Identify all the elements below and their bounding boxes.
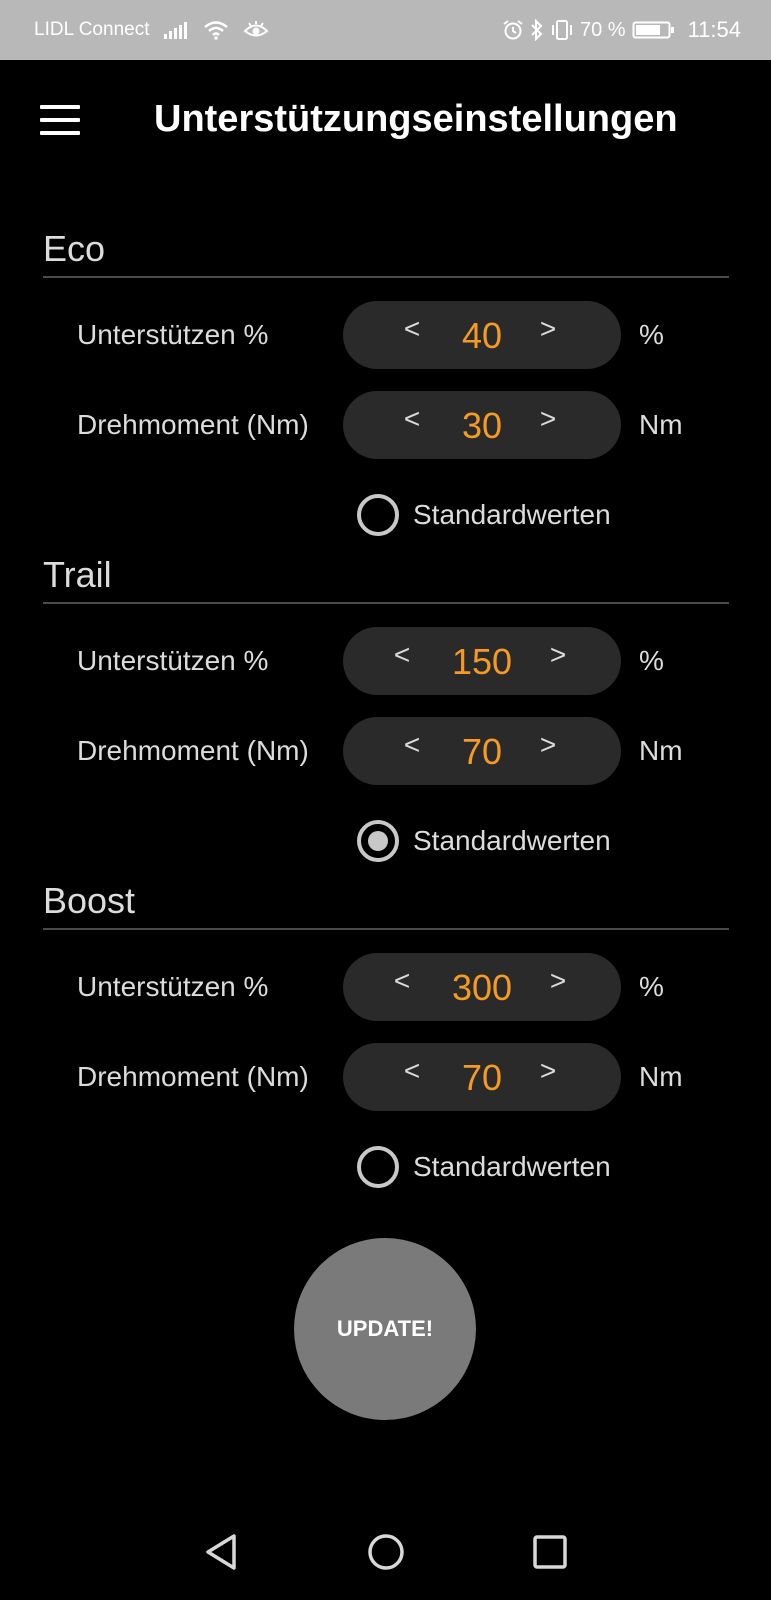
menu-icon-line	[40, 131, 80, 135]
torque-row: Drehmoment (Nm) < 70 > Nm	[0, 1043, 771, 1111]
assist-stepper: < 40 >	[343, 301, 621, 369]
section-title: Boost	[43, 880, 136, 921]
torque-value: 70	[461, 731, 503, 772]
recent-apps-icon[interactable]	[530, 1532, 570, 1577]
torque-stepper: < 70 >	[343, 1043, 621, 1111]
assist-stepper: < 150 >	[343, 627, 621, 695]
increment-button[interactable]: >	[543, 965, 573, 997]
section-title: Eco	[43, 228, 106, 269]
torque-unit: Nm	[639, 1061, 683, 1092]
status-bar: LIDL Connect 70 % 11:54	[0, 0, 771, 60]
torque-stepper: < 30 >	[343, 391, 621, 459]
torque-label: Drehmoment (Nm)	[77, 409, 309, 440]
menu-icon-line	[40, 118, 80, 122]
section-title: Trail	[43, 554, 112, 595]
assist-unit: %	[639, 319, 664, 350]
wifi-icon	[203, 20, 229, 40]
assist-value: 150	[451, 641, 513, 682]
defaults-label: Standardwerten	[413, 1151, 611, 1182]
defaults-radio[interactable]: Standardwerten	[357, 819, 611, 863]
defaults-radio[interactable]: Standardwerten	[357, 493, 611, 537]
bluetooth-icon	[530, 19, 544, 41]
radio-button[interactable]	[357, 820, 399, 862]
eye-comfort-icon	[243, 20, 269, 40]
torque-row: Drehmoment (Nm) < 70 > Nm	[0, 717, 771, 785]
increment-button[interactable]: >	[543, 639, 573, 671]
defaults-radio[interactable]: Standardwerten	[357, 1145, 611, 1189]
carrier-name: LIDL Connect	[34, 19, 150, 40]
torque-unit: Nm	[639, 409, 683, 440]
alarm-icon	[502, 19, 524, 41]
torque-label: Drehmoment (Nm)	[77, 735, 309, 766]
vibrate-icon	[550, 19, 574, 41]
navigation-bar	[0, 1510, 771, 1600]
assist-label: Unterstützen %	[77, 645, 269, 676]
torque-row: Drehmoment (Nm) < 30 > Nm	[0, 391, 771, 459]
increment-button[interactable]: >	[533, 729, 563, 761]
divider	[43, 276, 729, 278]
assist-unit: %	[639, 971, 664, 1002]
menu-button[interactable]	[40, 105, 80, 135]
assist-row: Unterstützen % < 300 > %	[0, 953, 771, 1021]
assist-row: Unterstützen % < 40 > %	[0, 301, 771, 369]
assist-value: 40	[461, 315, 503, 356]
signal-icon	[163, 20, 189, 40]
defaults-label: Standardwerten	[413, 499, 611, 530]
increment-button[interactable]: >	[533, 403, 563, 435]
torque-stepper: < 70 >	[343, 717, 621, 785]
battery-icon	[632, 19, 676, 41]
divider	[43, 602, 729, 604]
increment-button[interactable]: >	[533, 313, 563, 345]
torque-value: 70	[461, 1057, 503, 1098]
radio-button[interactable]	[357, 1146, 399, 1188]
torque-label: Drehmoment (Nm)	[77, 1061, 309, 1092]
torque-unit: Nm	[639, 735, 683, 766]
assist-stepper: < 300 >	[343, 953, 621, 1021]
page-title: Unterstützungseinstellungen	[154, 98, 678, 140]
assist-row: Unterstützen % < 150 > %	[0, 627, 771, 695]
back-icon[interactable]	[202, 1532, 240, 1577]
assist-label: Unterstützen %	[77, 319, 269, 350]
assist-value: 300	[451, 967, 513, 1008]
radio-button[interactable]	[357, 494, 399, 536]
assist-label: Unterstützen %	[77, 971, 269, 1002]
torque-value: 30	[461, 405, 503, 446]
increment-button[interactable]: >	[533, 1055, 563, 1087]
app-bar: Unterstützungseinstellungen	[0, 60, 771, 180]
clock: 11:54	[687, 17, 741, 42]
screen: LIDL Connect 70 % 11:54 Unterstützungsei…	[0, 0, 771, 1600]
assist-unit: %	[639, 645, 664, 676]
home-icon[interactable]	[366, 1532, 406, 1577]
defaults-label: Standardwerten	[413, 825, 611, 856]
battery-percent: 70 %	[579, 18, 626, 41]
menu-icon	[40, 105, 80, 109]
update-button[interactable]: UPDATE!	[294, 1238, 476, 1420]
divider	[43, 928, 729, 930]
